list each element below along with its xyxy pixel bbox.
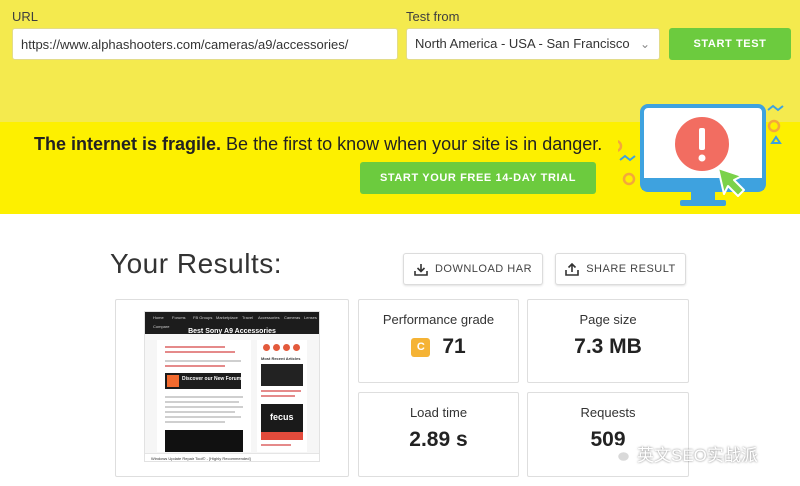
thumbnail-nav-item: Lenses [304,315,317,320]
thumbnail-nav-item: Accessories [258,315,280,320]
start-test-button[interactable]: START TEST [669,28,791,60]
page-size-value: 7.3 MB [574,335,642,358]
download-icon [414,263,428,276]
thumbnail-sidebar: Most Recent Articles fecus [257,340,307,452]
performance-grade-row: C 71 [359,335,518,359]
download-har-label: DOWNLOAD HAR [434,263,533,275]
share-result-button[interactable]: SHARE RESULT [555,253,686,285]
thumbnail-side-heading: Most Recent Articles [261,356,301,361]
location-value: North America - USA - San Francisco [415,36,630,51]
wechat-icon [609,444,631,462]
share-icon [565,262,580,276]
url-input[interactable] [12,28,398,60]
monitor-alert-illustration [618,104,784,206]
page-screenshot-card: Home Forums FB Groups Marketplace Travel… [115,299,349,477]
wechat-watermark: 英文SEO实战派 [609,441,758,466]
thumbnail-nav-item: Travel [242,315,253,320]
performance-grade-card: Performance grade C 71 [358,299,519,383]
load-time-value: 2.89 s [409,428,468,451]
results-title: Your Results: [110,248,282,279]
thumbnail-nav-item: Marketplace [216,315,238,320]
thumbnail-footer: Windows Update Repair Tool© - [Highly Re… [145,453,319,461]
location-select[interactable]: North America - USA - San Francisco ⌄ [406,28,660,60]
free-trial-button[interactable]: START YOUR FREE 14-DAY TRIAL [360,162,596,194]
thumbnail-ad-text: Discover our New Forums! [182,376,246,382]
thumbnail-article: Discover our New Forums! [157,340,251,452]
load-time-card: Load time 2.89 s [358,392,519,477]
thumbnail-nav-item: Forums [172,315,186,320]
performance-grade-label: Performance grade [382,312,495,327]
banner-rest-text: Be the first to know when your site is i… [221,134,603,154]
thumbnail-page-title: Best Sony A9 Accessories [188,328,276,335]
test-from-label: Test from [406,9,460,24]
thumbnail-brand: fecus [270,412,294,422]
url-label: URL [12,9,39,24]
page-size-label: Page size [579,312,637,327]
page-size-card: Page size 7.3 MB [527,299,689,383]
performance-grade-value: 71 [442,335,466,358]
thumbnail-footer-text: Windows Update Repair Tool© - [Highly Re… [151,456,251,461]
thumbnail-nav-item: FB Groups [193,315,213,320]
banner-bold-text: The internet is fragile. [34,134,222,154]
load-time-label: Load time [409,405,468,420]
thumbnail-nav-item: Cameras [284,315,301,320]
requests-label: Requests [580,405,636,420]
chevron-down-icon: ⌄ [639,37,650,51]
download-har-button[interactable]: DOWNLOAD HAR [403,253,543,285]
thumbnail-nav-item: Home [153,315,164,320]
page-screenshot-thumbnail[interactable]: Home Forums FB Groups Marketplace Travel… [144,311,320,462]
grade-badge: C [411,337,431,357]
share-result-label: SHARE RESULT [586,263,676,275]
watermark-text: 英文SEO实战派 [637,446,758,465]
banner-text: The internet is fragile. Be the first to… [34,134,602,155]
